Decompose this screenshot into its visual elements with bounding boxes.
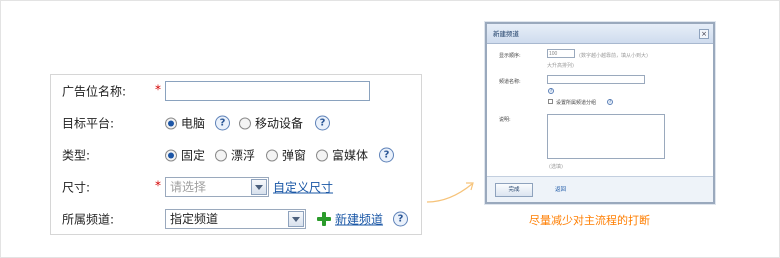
dialog-title-bar: 新建频道 × <box>487 24 713 44</box>
platform-label: 目标平台: <box>62 116 115 131</box>
name-input[interactable] <box>165 81 370 101</box>
size-label: 尺寸: <box>62 180 91 195</box>
ad-slot-form: 广告位名称: * 目标平台: 电脑 ? 移动设备 ? 类型: 固定 漂浮 弹窗 <box>50 74 422 235</box>
row-platform: 目标平台: 电脑 ? 移动设备 ? <box>51 109 421 137</box>
group-checkbox[interactable] <box>548 99 553 104</box>
description-textarea[interactable] <box>547 114 665 159</box>
size-select-placeholder: 请选择 <box>170 180 207 194</box>
type-label: 类型: <box>62 148 91 163</box>
type-option-float-label: 漂浮 <box>231 148 256 163</box>
row-channel: 所属频道: 指定频道 新建频道 ? <box>51 205 421 233</box>
new-channel-link[interactable]: 新建频道 <box>335 211 383 228</box>
dialog-footer: 完成 返回 <box>487 176 713 202</box>
type-option-richmedia-label: 富媒体 <box>332 148 369 163</box>
order-label: 显示顺序: <box>499 53 521 59</box>
help-icon[interactable]: ? <box>215 115 230 131</box>
dialog-body: 显示顺序: (数字越小越靠前，填从小到大) 大升高排列) 频道名称: ? 设置所… <box>487 44 713 178</box>
done-button[interactable]: 完成 <box>495 183 533 197</box>
order-input[interactable] <box>547 49 575 58</box>
radio-icon[interactable] <box>316 149 328 161</box>
curved-arrow-icon <box>426 182 474 203</box>
help-icon[interactable]: ? <box>315 115 330 131</box>
platform-option-pc[interactable]: 电脑 <box>165 115 205 132</box>
channel-name-label: 频道名称: <box>499 79 521 85</box>
back-link[interactable]: 返回 <box>555 183 566 197</box>
channel-name-input[interactable] <box>547 75 645 84</box>
caption-text: 尽量减少对主流程的打断 <box>529 214 650 227</box>
description-label: 说明: <box>499 117 511 123</box>
size-required-mark: * <box>155 178 161 193</box>
type-option-popup-label: 弹窗 <box>282 148 307 163</box>
radio-icon[interactable] <box>266 149 278 161</box>
channel-select-value: 指定频道 <box>170 212 219 226</box>
type-option-richmedia[interactable]: 富媒体 <box>316 147 368 164</box>
radio-icon[interactable] <box>215 149 227 161</box>
type-option-float[interactable]: 漂浮 <box>215 147 255 164</box>
radio-selected-icon[interactable] <box>165 149 177 161</box>
platform-option-mobile[interactable]: 移动设备 <box>239 115 303 132</box>
type-option-fixed-label: 固定 <box>181 148 206 163</box>
chevron-down-icon[interactable] <box>288 211 304 227</box>
row-type: 类型: 固定 漂浮 弹窗 富媒体 ? <box>51 141 421 169</box>
channel-select[interactable]: 指定频道 <box>165 209 306 229</box>
close-icon[interactable]: × <box>699 29 709 39</box>
type-option-popup[interactable]: 弹窗 <box>266 147 306 164</box>
row-name: 广告位名称: * <box>51 77 421 105</box>
description-hint: (选填) <box>549 164 563 170</box>
order-hint: (数字越小越靠前，填从小到大) <box>579 53 648 59</box>
type-option-fixed[interactable]: 固定 <box>165 147 205 164</box>
plus-icon[interactable] <box>317 212 331 226</box>
help-icon[interactable]: ? <box>607 99 613 105</box>
chevron-down-icon[interactable] <box>251 179 267 195</box>
name-required-mark: * <box>155 82 161 97</box>
group-checkbox-label: 设置所属频道分组 <box>556 100 597 106</box>
custom-size-link[interactable]: 自定义尺寸 <box>273 179 333 196</box>
size-select[interactable]: 请选择 <box>165 177 269 197</box>
radio-selected-icon[interactable] <box>165 117 177 129</box>
channel-label: 所属频道: <box>62 212 115 227</box>
help-icon[interactable]: ? <box>379 147 394 163</box>
help-icon[interactable]: ? <box>548 88 554 94</box>
radio-icon[interactable] <box>239 117 251 129</box>
row-size: 尺寸: * 请选择 自定义尺寸 <box>51 173 421 201</box>
platform-option-pc-label: 电脑 <box>181 116 206 131</box>
platform-option-mobile-label: 移动设备 <box>255 116 304 131</box>
dialog-title: 新建频道 <box>493 30 519 38</box>
help-icon[interactable]: ? <box>393 211 408 227</box>
name-label: 广告位名称: <box>62 84 127 99</box>
new-channel-dialog: 新建频道 × 显示顺序: (数字越小越靠前，填从小到大) 大升高排列) 频道名称… <box>485 22 715 204</box>
order-hint-2: 大升高排列) <box>547 63 574 69</box>
